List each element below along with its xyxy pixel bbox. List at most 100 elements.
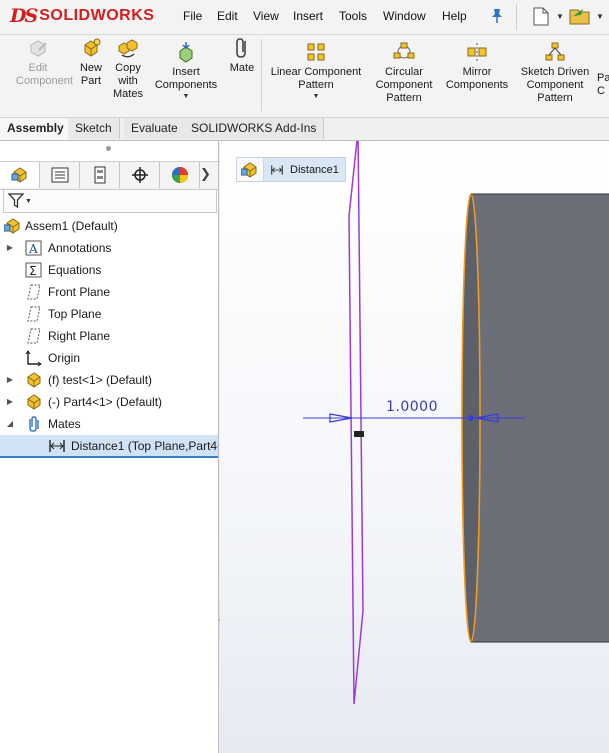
tree-item-front-plane[interactable]: Front Plane	[0, 281, 218, 303]
chevron-right-icon[interactable]: ❯	[200, 166, 211, 182]
partial-next-command[interactable]: Pa C	[597, 72, 609, 98]
menu-file[interactable]: File	[183, 9, 202, 23]
menu-view[interactable]: View	[253, 9, 279, 23]
tree-item-test-component[interactable]: ▶ (f) test<1> (Default)	[0, 369, 218, 391]
origin-icon	[25, 350, 42, 366]
linear-pattern-dropdown[interactable]: ▼	[265, 93, 367, 101]
new-document-icon[interactable]	[533, 7, 549, 26]
model-view[interactable]	[220, 141, 609, 753]
mirror-components-label: Mirror Components	[445, 66, 509, 91]
collapse-arrow-icon[interactable]: ◢	[5, 413, 15, 435]
propertymanager-icon	[51, 167, 68, 183]
menu-edit[interactable]: Edit	[217, 9, 238, 23]
tree-item-equations[interactable]: Σ Equations	[0, 259, 218, 281]
breadcrumb-assembly[interactable]	[237, 158, 264, 181]
distance-dimension-label[interactable]: 1.0000	[386, 399, 438, 415]
title-bar: DS SOLIDWORKS File Edit View Insert Tools…	[0, 0, 609, 35]
new-document-dropdown[interactable]: ▼	[556, 12, 564, 21]
tree-item-right-plane[interactable]: Right Plane	[0, 325, 218, 347]
tab-configurationmanager[interactable]	[80, 162, 120, 188]
tree-item-mates[interactable]: ◢ Mates	[0, 413, 218, 435]
pin-icon[interactable]	[490, 8, 504, 24]
panel-grip[interactable]	[106, 146, 111, 151]
mate-button[interactable]: Mate	[226, 38, 258, 75]
tab-featuremanager[interactable]	[0, 162, 40, 188]
circular-component-pattern-label: Circular Component Pattern	[375, 66, 433, 104]
open-document-dropdown[interactable]: ▼	[596, 12, 604, 21]
linear-component-pattern-label: Linear Component Pattern	[270, 66, 362, 91]
tab-assembly[interactable]: Assembly	[0, 118, 72, 140]
expand-arrow-icon[interactable]: ▶	[5, 391, 15, 413]
menu-window[interactable]: Window	[383, 9, 426, 23]
command-manager: Edit Component New Part Copy with Mates …	[0, 35, 609, 118]
part-icon	[27, 372, 41, 388]
tree-item-origin[interactable]: Origin	[0, 347, 218, 369]
copy-with-mates-button[interactable]: Copy with Mates	[110, 39, 146, 101]
part-icon	[27, 394, 41, 410]
tree-item-label: Equations	[48, 263, 102, 277]
tree-item-label: Front Plane	[48, 285, 111, 299]
tab-propertymanager[interactable]	[40, 162, 80, 188]
assembly-icon	[241, 161, 257, 178]
assembly-icon	[4, 218, 20, 234]
tab-evaluate[interactable]: Evaluate	[124, 118, 186, 139]
mate-label: Mate	[229, 62, 255, 74]
breadcrumb-distance-mate[interactable]: Distance1	[264, 158, 345, 181]
insert-components-dropdown[interactable]: ▼	[150, 93, 222, 101]
edit-component-label: Edit Component	[16, 62, 73, 87]
insert-components-label: Insert Components	[154, 66, 218, 91]
filter-dropdown[interactable]: ▼	[25, 198, 32, 205]
new-part-button[interactable]: New Part	[74, 38, 108, 88]
tree-item-distance1[interactable]: Distance1 (Top Plane,Part4<1>	[0, 435, 218, 458]
menu-tools[interactable]: Tools	[339, 9, 367, 23]
tree-item-top-plane[interactable]: Top Plane	[0, 303, 218, 325]
filter-bar[interactable]: ▼	[3, 189, 217, 213]
graphics-area[interactable]: 1.0000 Distance1	[220, 141, 609, 753]
linear-component-pattern-button[interactable]: Linear Component Pattern ▼	[265, 41, 367, 101]
menu-insert[interactable]: Insert	[293, 9, 323, 23]
sketch-driven-pattern-icon	[545, 42, 565, 61]
plane-icon	[27, 284, 41, 300]
dimension-anchor-point	[468, 415, 474, 421]
filter-icon[interactable]	[8, 193, 24, 208]
sketch-driven-component-pattern-button[interactable]: Sketch Driven Component Pattern	[517, 42, 593, 105]
edit-component-icon	[30, 40, 47, 57]
expand-arrow-icon[interactable]: ▶	[5, 237, 15, 259]
breadcrumb[interactable]: Distance1	[236, 157, 346, 182]
mates-icon	[29, 416, 39, 432]
mirror-components-icon	[467, 43, 487, 61]
circular-component-pattern-button[interactable]: Circular Component Pattern	[371, 42, 437, 105]
svg-text:Σ: Σ	[29, 264, 37, 278]
expand-arrow-icon[interactable]: ▶	[5, 369, 15, 391]
tree-item-annotations[interactable]: ▶ A Annotations	[0, 237, 218, 259]
plane-icon	[27, 328, 41, 344]
top-plane-outline[interactable]	[348, 141, 364, 705]
paperclip-icon	[236, 38, 246, 58]
annotations-icon: A	[25, 240, 42, 256]
edit-component-button[interactable]: Edit Component	[6, 40, 73, 88]
display-manager-icon	[171, 167, 188, 183]
dimxpert-icon	[131, 167, 148, 183]
distance-mate-icon	[271, 165, 283, 174]
distance-mate-icon	[49, 440, 65, 452]
new-part-icon	[84, 38, 101, 57]
circular-pattern-icon	[393, 42, 415, 59]
solidworks-logo[interactable]: DS SOLIDWORKS	[10, 5, 154, 27]
insert-components-button[interactable]: Insert Components ▼	[150, 41, 222, 101]
tree-root-assembly[interactable]: Assem1 (Default)	[0, 215, 218, 237]
tree-item-label: Origin	[48, 351, 81, 365]
new-part-label: New Part	[79, 62, 102, 87]
tab-display-manager[interactable]	[160, 162, 200, 188]
tab-sketch[interactable]: Sketch	[68, 118, 120, 139]
tree-item-label: Right Plane	[48, 329, 111, 343]
tree-root-label: Assem1 (Default)	[25, 219, 118, 233]
mirror-components-button[interactable]: Mirror Components	[442, 43, 512, 92]
open-document-icon[interactable]	[569, 6, 593, 26]
tree-item-part4-component[interactable]: ▶ (-) Part4<1> (Default)	[0, 391, 218, 413]
svg-text:A: A	[28, 242, 38, 256]
tab-solidworks-add-ins[interactable]: SOLIDWORKS Add-Ins	[184, 118, 325, 139]
manager-tabs: ❯	[0, 161, 218, 190]
menu-help[interactable]: Help	[442, 9, 467, 23]
tab-dimxpert[interactable]	[120, 162, 160, 188]
tree-item-label: (-) Part4<1> (Default)	[48, 395, 163, 409]
